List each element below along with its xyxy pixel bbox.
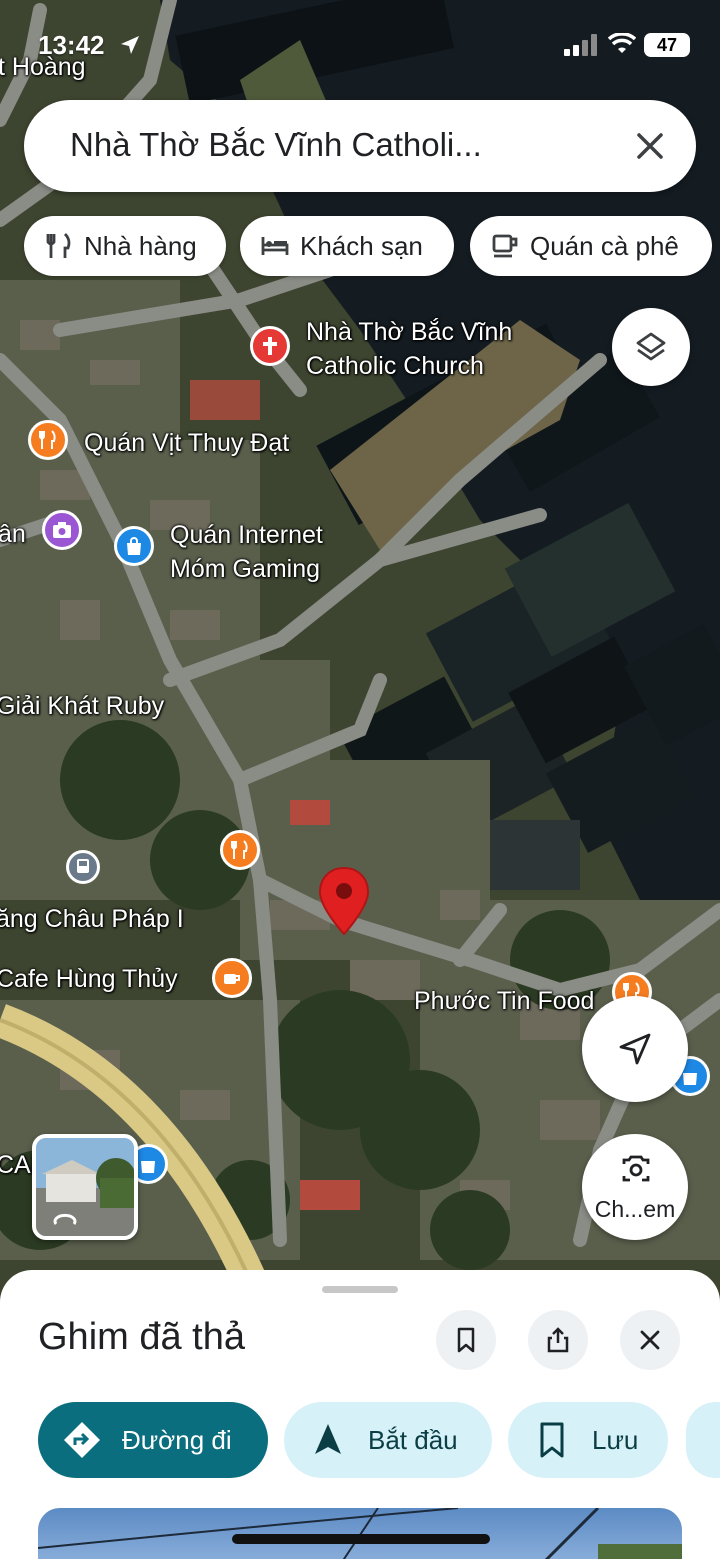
bus-icon bbox=[77, 859, 89, 873]
map-label-internet[interactable]: Quán Internet bbox=[170, 518, 323, 552]
street-view-thumbnail[interactable] bbox=[32, 1134, 138, 1240]
map-label-church[interactable]: Nhà Thờ Bắc Vĩnh bbox=[306, 315, 512, 349]
close-sheet-button[interactable] bbox=[620, 1310, 680, 1370]
street-view-image bbox=[36, 1138, 134, 1236]
cross-icon bbox=[263, 337, 277, 355]
map-label-hung-thuy[interactable]: Cafe Hùng Thủy bbox=[0, 962, 178, 996]
location-services-icon bbox=[121, 36, 139, 54]
save-button[interactable]: Lưu bbox=[508, 1402, 668, 1478]
chip-hotels[interactable]: Khách sạn bbox=[240, 216, 454, 276]
bookmark-icon bbox=[540, 1422, 564, 1458]
map-label[interactable]: t Hoàng bbox=[0, 50, 86, 84]
cafe-icon bbox=[492, 234, 518, 258]
my-location-button[interactable] bbox=[582, 996, 688, 1102]
shopping-bag-icon bbox=[127, 537, 141, 555]
bookmark-icon bbox=[457, 1327, 475, 1353]
layers-button[interactable] bbox=[612, 308, 690, 386]
map-label-phuoc-tin[interactable]: Phước Tin Food bbox=[414, 984, 594, 1018]
directions-button[interactable]: Đường đi bbox=[38, 1402, 268, 1478]
map-label-vit-thuy[interactable]: Quán Vịt Thuy Đạt bbox=[84, 426, 289, 460]
share-icon bbox=[547, 1327, 569, 1353]
church-marker[interactable] bbox=[250, 326, 290, 366]
restaurant-icon bbox=[231, 840, 248, 859]
chip-label: Quán cà phê bbox=[530, 230, 679, 261]
restaurant-icon bbox=[46, 233, 71, 258]
place-bottom-sheet[interactable]: Ghim đã thả Đường đi Bắt đầu Lưu bbox=[0, 1270, 720, 1559]
chip-restaurants[interactable]: Nhà hàng bbox=[24, 216, 226, 276]
home-indicator bbox=[232, 1534, 490, 1544]
close-icon[interactable] bbox=[632, 128, 668, 164]
share-button[interactable] bbox=[528, 1310, 588, 1370]
map-label-internet-sub[interactable]: Móm Gaming bbox=[170, 552, 320, 586]
save-icon-button[interactable] bbox=[436, 1310, 496, 1370]
status-bar: 13:42 47 bbox=[0, 0, 720, 90]
camera-lens-icon bbox=[622, 1155, 650, 1182]
search-bar[interactable]: Nhà Thờ Bắc Vĩnh Catholi... bbox=[24, 100, 696, 192]
shopping-marker[interactable] bbox=[114, 526, 154, 566]
cafe-marker[interactable] bbox=[212, 958, 252, 998]
hotel-icon bbox=[261, 237, 289, 255]
close-icon bbox=[640, 1330, 660, 1350]
shopping-bag-icon bbox=[141, 1161, 155, 1173]
start-button[interactable]: Bắt đầu bbox=[284, 1402, 492, 1478]
navigation-arrow-icon bbox=[619, 1033, 651, 1065]
place-title: Ghim đã thả bbox=[38, 1316, 245, 1358]
layers-icon bbox=[636, 332, 666, 361]
sheet-drag-handle[interactable] bbox=[322, 1286, 398, 1293]
directions-icon bbox=[64, 1422, 100, 1458]
chip-label: Nhà hàng bbox=[84, 230, 197, 261]
more-actions-button[interactable] bbox=[686, 1402, 720, 1478]
restaurant-marker[interactable] bbox=[220, 830, 260, 870]
restaurant-marker[interactable] bbox=[28, 420, 68, 460]
dropped-pin-icon[interactable] bbox=[318, 866, 370, 936]
lens-search-button[interactable]: Ch...em bbox=[582, 1134, 688, 1240]
wifi-icon bbox=[608, 33, 636, 53]
cellular-signal-icon bbox=[564, 34, 597, 56]
map-label-church-sub[interactable]: Catholic Church bbox=[306, 349, 484, 383]
save-label: Lưu bbox=[592, 1424, 639, 1455]
chip-cafes[interactable]: Quán cà phê bbox=[470, 216, 712, 276]
navigation-icon bbox=[315, 1424, 341, 1454]
chip-label: Khách sạn bbox=[300, 230, 423, 261]
map-label[interactable]: ân bbox=[0, 517, 26, 551]
map-label-ruby[interactable]: Giải Khát Ruby bbox=[0, 689, 164, 723]
restaurant-icon bbox=[39, 430, 56, 449]
bus-stop-marker[interactable] bbox=[66, 850, 100, 884]
battery-indicator: 47 bbox=[644, 33, 690, 57]
start-label: Bắt đầu bbox=[368, 1424, 458, 1455]
coffee-cup-icon bbox=[224, 974, 240, 984]
lens-label: Ch...em bbox=[594, 1196, 676, 1222]
camera-icon bbox=[53, 522, 71, 538]
photo-marker[interactable] bbox=[42, 510, 82, 550]
search-input[interactable]: Nhà Thờ Bắc Vĩnh Catholi... bbox=[70, 126, 570, 164]
map-label-chau-phap[interactable]: ăng Châu Pháp I bbox=[0, 902, 184, 936]
directions-label: Đường đi bbox=[122, 1424, 232, 1455]
